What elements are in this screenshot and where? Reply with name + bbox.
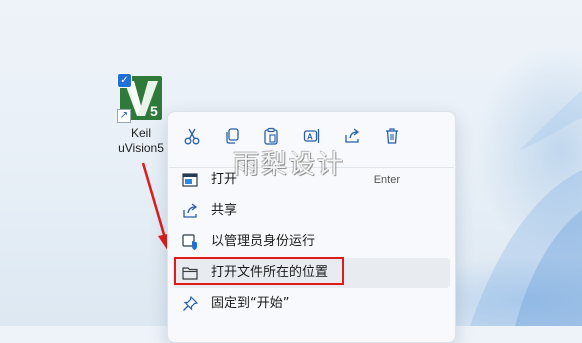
menu-item-share[interactable]: 共享 (173, 196, 450, 226)
watermark-text: 雨梨设计 (233, 150, 346, 180)
menu-item-label: 共享 (211, 203, 238, 218)
delete-button[interactable] (380, 124, 404, 148)
copy-icon (226, 128, 239, 144)
menu-item-label: 以管理员身份运行 (211, 234, 316, 249)
admin-shield-icon (182, 234, 197, 250)
menu-item-label: 固定到“开始” (211, 296, 290, 311)
delete-icon (386, 128, 398, 144)
annotation-highlight-box (174, 257, 344, 285)
share-icon (183, 203, 198, 218)
open-app-icon (182, 173, 198, 187)
paste-icon (264, 127, 278, 145)
svg-text:A: A (307, 133, 313, 142)
share-icon (345, 128, 360, 143)
rename-icon: A (303, 129, 320, 143)
cut-icon (184, 128, 200, 145)
menu-item-run-as-admin[interactable]: 以管理员身份运行 (173, 227, 450, 257)
menu-item-pin-to-start[interactable]: 固定到“开始” (173, 289, 450, 319)
cut-button[interactable] (180, 124, 204, 148)
menu-item-shortcut: Enter (373, 174, 400, 186)
pin-icon (183, 296, 198, 311)
